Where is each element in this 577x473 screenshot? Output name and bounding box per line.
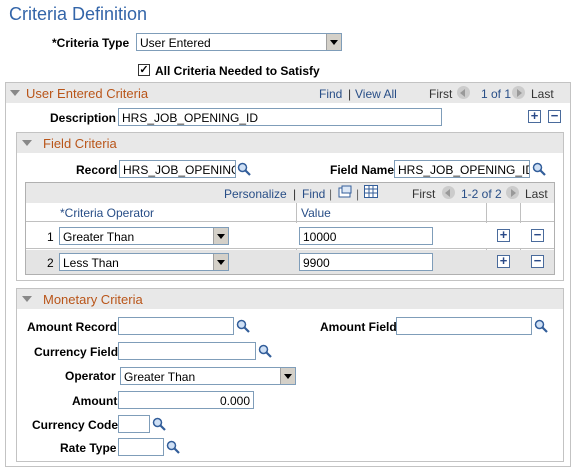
delete-row-button[interactable] [531,253,544,268]
find-link[interactable]: Find [319,87,342,101]
criteria-operator-select[interactable]: Greater Than [59,227,229,245]
operator-select[interactable]: Greater Than [120,367,296,385]
field-name-label: Field Name [330,163,395,177]
currency-code-label: Currency Code [32,418,119,432]
view-all-icon[interactable] [338,185,352,198]
next-icon[interactable] [506,186,519,199]
separator: | [356,187,360,201]
row-count: 1-2 of 2 [461,187,502,201]
record-input[interactable]: HRS_JOB_OPENING [119,160,236,178]
add-row-button[interactable] [497,253,510,268]
lookup-icon[interactable] [152,417,166,431]
field-name-input[interactable]: HRS_JOB_OPENING_ID [394,160,530,178]
separator: | [293,187,297,201]
monetary-criteria-header: Monetary Criteria [43,292,143,307]
chevron-down-icon [326,34,341,50]
rate-type-input[interactable] [118,438,164,456]
amount-record-input[interactable] [118,317,234,335]
operator-label: Operator [65,369,116,383]
row-count: 1 of 1 [481,87,512,101]
chevron-down-icon [280,368,295,384]
criteria-type-value: User Entered [140,36,211,50]
last-label: Last [531,87,554,101]
user-entered-criteria-header: User Entered Criteria [26,86,149,101]
currency-field-label: Currency Field [34,345,119,359]
currency-code-input[interactable] [118,415,150,433]
row-number: 2 [47,256,54,270]
all-criteria-checkbox[interactable]: ✓ [138,64,150,76]
chevron-down-icon [213,254,228,270]
col-criteria-operator: *Criteria Operator [60,206,155,220]
description-label: Description [50,111,117,125]
previous-icon[interactable] [457,86,470,99]
value-input[interactable]: 10000 [299,227,433,245]
criteria-operator-select[interactable]: Less Than [59,253,229,271]
currency-field-input[interactable] [118,342,256,360]
lookup-icon[interactable] [532,162,546,176]
personalize-link[interactable]: Personalize [224,187,287,201]
last-label: Last [525,187,548,201]
amount-record-label: Amount Record [27,320,117,334]
separator: | [329,187,333,201]
criteria-operator-value: Less Than [63,256,119,270]
criteria-operator-value: Greater Than [63,230,135,244]
download-grid-icon[interactable] [364,185,378,198]
delete-row-button[interactable] [531,227,544,242]
record-label: Record [76,163,118,177]
value-input[interactable]: 9900 [299,253,433,271]
collapse-triangle-icon[interactable] [22,296,32,302]
col-value: Value [301,206,331,220]
amount-field-label: Amount Field [320,320,397,334]
amount-field-input[interactable] [396,317,532,335]
separator: | [348,87,352,101]
delete-row-button[interactable] [548,108,561,123]
previous-icon[interactable] [442,186,455,199]
collapse-triangle-icon[interactable] [22,140,32,146]
all-criteria-label: All Criteria Needed to Satisfy [155,64,320,78]
collapse-triangle-icon[interactable] [10,90,20,96]
field-criteria-header: Field Criteria [43,136,117,151]
amount-input[interactable]: 0.000 [118,391,254,409]
criteria-type-label: *Criteria Type [52,36,130,50]
next-icon[interactable] [512,86,525,99]
add-row-button[interactable] [528,108,541,123]
lookup-icon[interactable] [237,162,251,176]
lookup-icon[interactable] [534,319,548,333]
first-label: First [429,87,453,101]
find-link[interactable]: Find [302,187,325,201]
lookup-icon[interactable] [258,344,272,358]
chevron-down-icon [213,228,228,244]
operator-value: Greater Than [124,370,196,384]
amount-label: Amount [72,394,118,408]
description-input[interactable]: HRS_JOB_OPENING_ID [118,108,442,126]
add-row-button[interactable] [497,227,510,242]
first-label: First [412,187,436,201]
lookup-icon[interactable] [166,440,180,454]
page-title: Criteria Definition [9,4,148,24]
criteria-type-select[interactable]: User Entered [136,33,342,51]
view-all-link[interactable]: View All [355,87,397,101]
lookup-icon[interactable] [236,319,250,333]
rate-type-label: Rate Type [60,441,117,455]
row-number: 1 [47,230,54,244]
